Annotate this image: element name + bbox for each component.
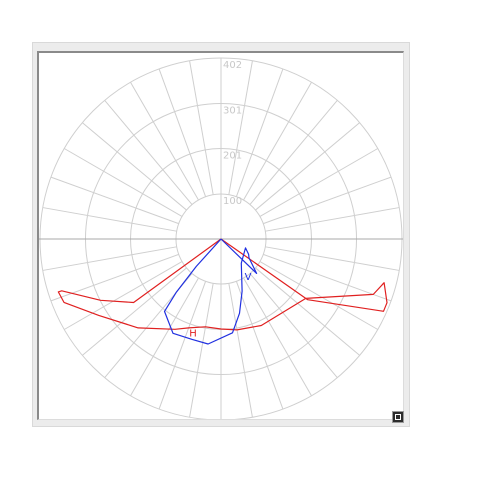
grid-spoke: [235, 281, 284, 410]
grid-spoke: [130, 81, 199, 201]
grid-spoke: [263, 176, 392, 225]
grid-spoke: [189, 283, 214, 418]
grid-spoke: [63, 148, 183, 217]
grid-spoke: [228, 60, 253, 195]
grid-spoke: [158, 68, 207, 197]
grid-spoke: [235, 68, 284, 197]
grid-spoke: [259, 148, 379, 217]
grid-spoke: [42, 246, 177, 271]
grid-spoke: [50, 253, 179, 302]
curve-label-v: V: [245, 272, 252, 283]
grid-spoke: [42, 207, 177, 232]
curve-label-h: H: [189, 329, 197, 340]
grid-spoke: [158, 281, 207, 410]
ring-label: 100: [223, 196, 242, 207]
ring-label: 402: [223, 60, 242, 71]
grid-spoke: [265, 207, 400, 232]
grid-spoke: [50, 176, 179, 225]
ring-label: 201: [223, 151, 242, 162]
copy-icon[interactable]: [392, 411, 404, 423]
series-layer: [57, 238, 388, 345]
ring-label: 301: [223, 105, 242, 116]
polar-chart: 100 201 301 402 H V: [39, 57, 403, 419]
grid-spoke: [189, 60, 214, 195]
grid-spoke: [130, 277, 199, 397]
grid-spoke: [243, 81, 312, 201]
grid-spoke: [265, 246, 400, 271]
